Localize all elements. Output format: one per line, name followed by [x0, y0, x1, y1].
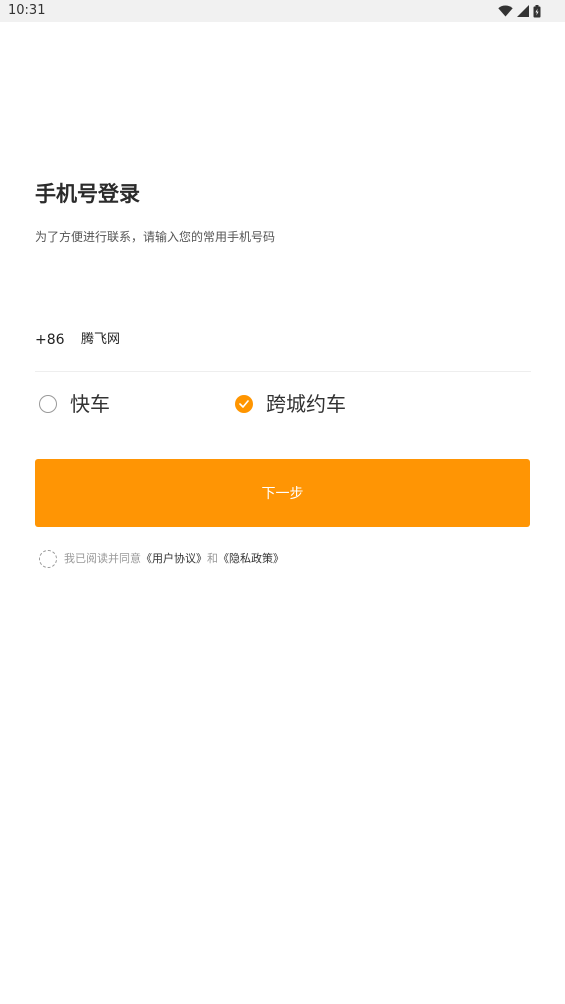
agreement-checkbox-icon[interactable] — [39, 550, 57, 568]
quick-radio-icon[interactable] — [39, 395, 57, 413]
agreement-prefix: 我已阅读并同意 — [64, 552, 141, 565]
page-subtitle: 为了方便进行联系，请输入您的常用手机号码 — [35, 230, 276, 244]
cellular-signal-icon — [517, 5, 529, 17]
phone-input-row: +86 — [35, 322, 531, 372]
ride-type-quick-option[interactable]: 快车 — [39, 388, 110, 420]
wifi-icon — [498, 5, 513, 17]
battery-icon — [533, 4, 541, 18]
agreement-conjunction: 和 — [207, 552, 218, 565]
ride-type-intercity-label: 跨城约车 — [266, 392, 346, 416]
ride-type-quick-label: 快车 — [70, 392, 110, 416]
status-bar: 10:31 — [0, 0, 565, 22]
privacy-policy-link[interactable]: 《隐私政策》 — [218, 552, 284, 565]
country-code[interactable]: +86 — [35, 331, 65, 349]
next-step-button[interactable]: 下一步 — [35, 459, 530, 527]
agreement-text: 我已阅读并同意《用户协议》和《隐私政策》 — [64, 551, 284, 567]
phone-number-input[interactable] — [81, 328, 521, 352]
page-title: 手机号登录 — [35, 182, 140, 206]
agreement-row: 我已阅读并同意《用户协议》和《隐私政策》 — [39, 549, 284, 569]
user-agreement-link[interactable]: 《用户协议》 — [141, 552, 207, 565]
status-icons — [498, 3, 541, 19]
ride-type-intercity-option[interactable]: 跨城约车 — [235, 388, 346, 420]
status-time: 10:31 — [8, 3, 46, 18]
intercity-radio-checked-icon[interactable] — [235, 395, 253, 413]
